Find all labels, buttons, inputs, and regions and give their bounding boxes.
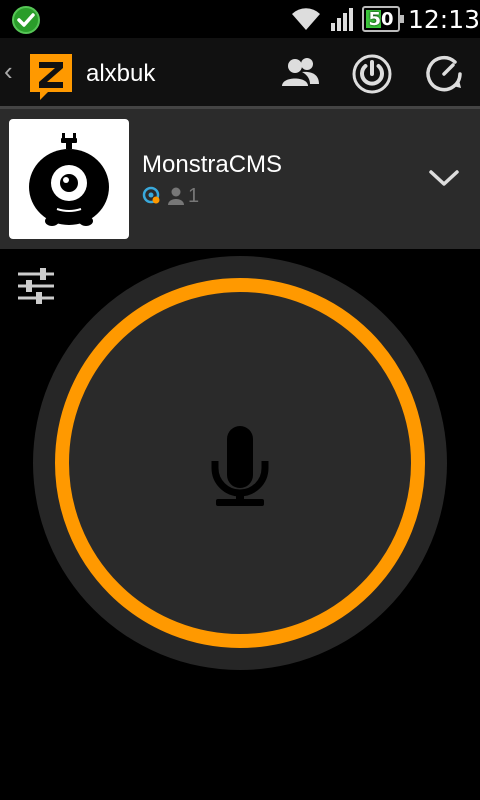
clock: 12:13 [408, 5, 480, 34]
username: alxbuk [86, 60, 156, 87]
status-bar: 50 12:13 [0, 0, 480, 38]
check-circle-icon [12, 6, 40, 34]
channel-name: MonstraCMS [142, 151, 283, 178]
action-bar: ‹ alxbuk [0, 38, 480, 106]
channel-avatar[interactable] [9, 119, 129, 239]
monster-logo-icon [29, 133, 109, 226]
back-chevron-icon[interactable]: ‹ [4, 56, 13, 87]
user-icon [168, 187, 184, 205]
status-icon[interactable] [422, 52, 466, 96]
push-to-talk-button[interactable] [33, 256, 447, 670]
channel-panel[interactable]: MonstraCMS 1 [0, 109, 480, 249]
battery-level: 50 [368, 9, 394, 30]
battery-icon: 50 [362, 6, 404, 32]
channel-status-icon [142, 186, 160, 204]
contacts-icon[interactable] [278, 52, 322, 96]
user-count: 1 [188, 185, 200, 207]
power-icon[interactable] [350, 52, 394, 96]
signal-icon [331, 8, 353, 31]
zello-logo[interactable] [26, 50, 76, 102]
wifi-icon [292, 8, 320, 30]
chevron-down-icon[interactable] [428, 167, 460, 189]
